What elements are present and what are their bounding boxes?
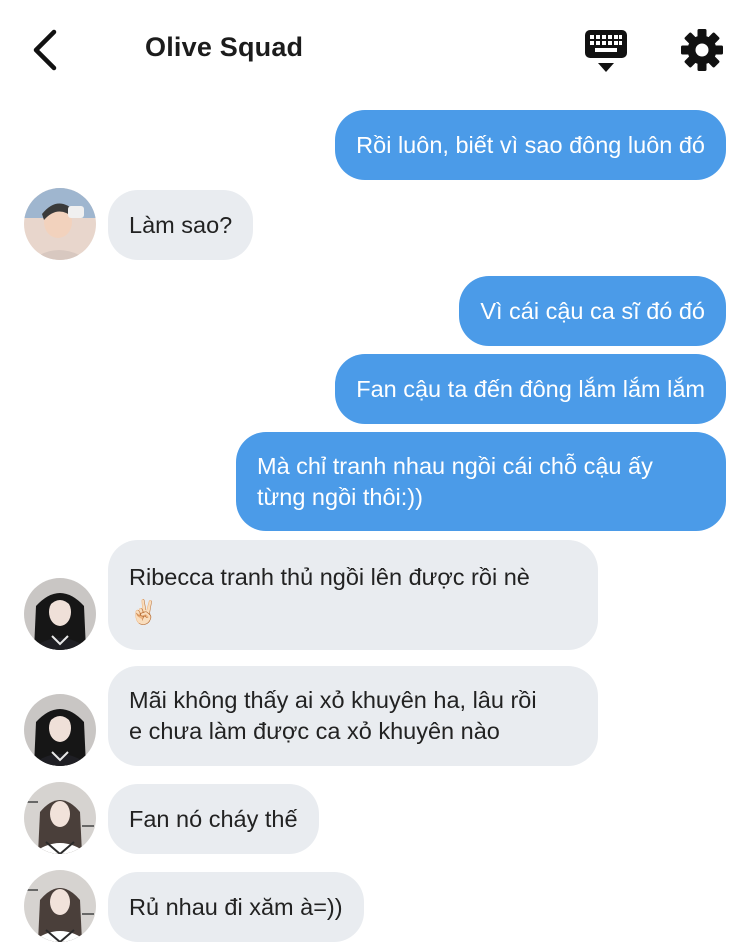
message-text: Làm sao?: [129, 211, 233, 238]
message-bubble-incoming[interactable]: Mãi không thấy ai xỏ khuyên ha, lâu rồi …: [108, 666, 598, 766]
back-button[interactable]: [28, 26, 68, 74]
settings-button[interactable]: [680, 28, 724, 72]
message-text-line: Ribecca tranh thủ ngồi lên được rồi nè: [129, 564, 530, 590]
avatar[interactable]: [24, 578, 96, 650]
avatar-image: [24, 782, 96, 854]
message-text-line: Mãi không thấy ai xỏ khuyên ha, lâu rồi: [129, 687, 537, 713]
message-text-line: từng ngồi thôi:)): [257, 483, 423, 510]
chat-title: Olive Squad: [145, 32, 304, 62]
avatar-image: [24, 870, 96, 942]
avatar[interactable]: [24, 782, 96, 854]
message-text-line: e chưa làm được ca xỏ khuyên nào: [129, 718, 500, 744]
message-text: Fan nó cháy thế: [129, 805, 298, 832]
avatar-image: [24, 694, 96, 766]
message-bubble-outgoing[interactable]: Mà chỉ tranh nhau ngồi cái chỗ cậu ấy từ…: [236, 432, 726, 531]
avatar[interactable]: [24, 870, 96, 942]
message-bubble-incoming[interactable]: Fan nó cháy thế: [108, 784, 319, 854]
avatar[interactable]: [24, 188, 96, 260]
message-text: Fan cậu ta đến đông lắm lắm lắm: [356, 375, 705, 402]
avatar-image: [24, 188, 96, 260]
message-text-line: Mà chỉ tranh nhau ngồi cái chỗ cậu ấy: [257, 452, 653, 479]
message-bubble-outgoing[interactable]: Vì cái cậu ca sĩ đó đó: [459, 276, 726, 346]
message-bubble-outgoing[interactable]: Rồi luôn, biết vì sao đông luôn đó: [335, 110, 726, 180]
message-bubble-incoming[interactable]: Làm sao?: [108, 190, 254, 260]
gear-icon: [681, 29, 723, 71]
avatar-image: [24, 578, 96, 650]
chevron-left-icon: [33, 29, 57, 71]
message-text: Vì cái cậu ca sĩ đó đó: [480, 297, 705, 324]
message-bubble-incoming[interactable]: Ribecca tranh thủ ngồi lên được rồi nè ✌…: [108, 540, 598, 650]
message-bubble-outgoing[interactable]: Fan cậu ta đến đông lắm lắm lắm: [335, 354, 726, 424]
keyboard-icon: [585, 30, 627, 72]
chat-header: Olive Squad: [0, 0, 750, 100]
victory-hand-emoji: ✌🏻: [129, 599, 159, 625]
message-text: Rủ nhau đi xăm à=)): [129, 893, 343, 920]
keyboard-button[interactable]: [584, 28, 628, 74]
message-text: Rồi luôn, biết vì sao đông luôn đó: [356, 131, 705, 158]
avatar[interactable]: [24, 694, 96, 766]
message-bubble-incoming[interactable]: Rủ nhau đi xăm à=)): [108, 872, 364, 942]
